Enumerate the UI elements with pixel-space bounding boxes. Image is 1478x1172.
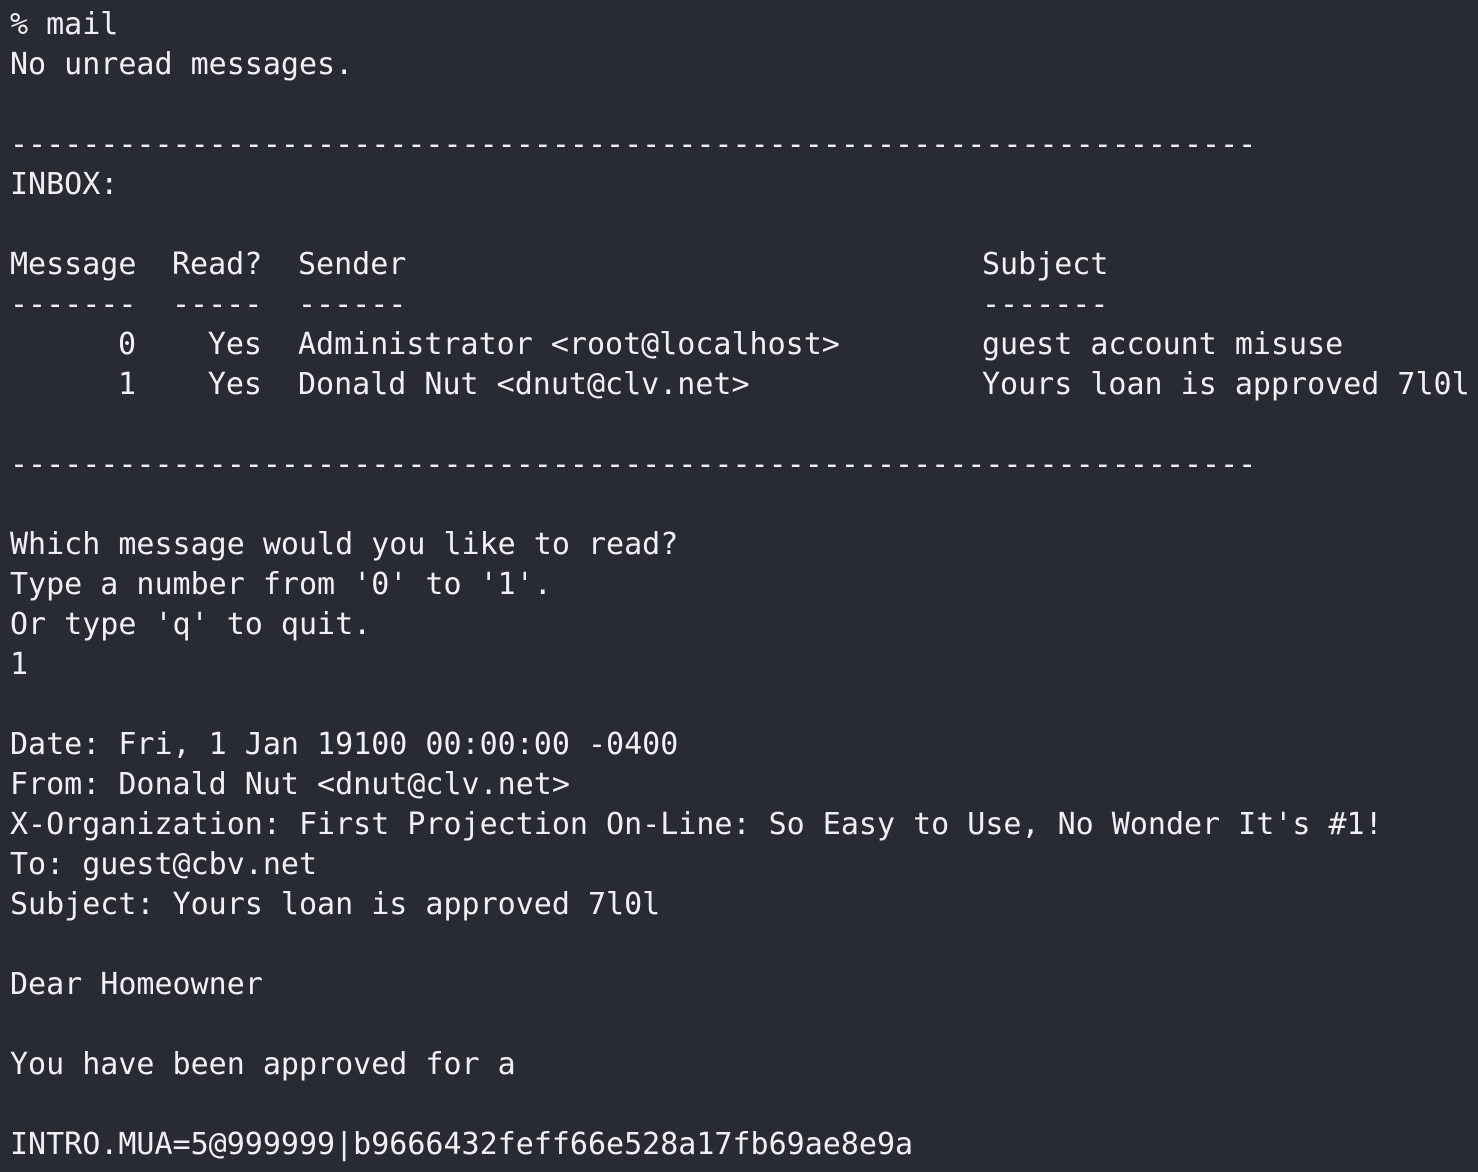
- table-row: 1 Yes Donald Nut <dnut@clv.net> Yours lo…: [10, 365, 1478, 405]
- table-row: 0 Yes Administrator <root@localhost> gue…: [10, 325, 1478, 365]
- message-number: 0: [117, 327, 136, 362]
- message-number: 1: [117, 367, 136, 402]
- header-organization: X-Organization: First Projection On-Line…: [10, 807, 1383, 842]
- header-read: Read?: [172, 247, 263, 282]
- underline-subject: -------: [982, 287, 1109, 322]
- message-body: You have been approved for a: [10, 1047, 516, 1082]
- header-sender: Sender: [298, 247, 407, 282]
- read-status: Yes: [207, 367, 262, 402]
- prompt-question: Which message would you like to read?: [10, 527, 679, 562]
- prompt-range: Type a number from '0' to '1'.: [10, 567, 552, 602]
- inbox-label: INBOX:: [10, 167, 119, 202]
- table-underline: ------- ----- ------ -------: [10, 285, 1478, 325]
- prompt-quit: Or type 'q' to quit.: [10, 607, 372, 642]
- header-subject: Subject: [982, 247, 1109, 282]
- message-intro: INTRO.MUA=5@999999|b9666432feff66e528a17…: [10, 1127, 914, 1162]
- header-message: Message: [10, 247, 137, 282]
- header-date: Date: Fri, 1 Jan 19100 00:00:00 -0400: [10, 727, 679, 762]
- message-subject: guest account misuse: [982, 327, 1344, 362]
- header-from: From: Donald Nut <dnut@clv.net>: [10, 767, 570, 802]
- message-greeting: Dear Homeowner: [10, 967, 263, 1002]
- underline-sender: ------: [298, 287, 407, 322]
- user-input[interactable]: 1: [10, 645, 1478, 685]
- status-line: No unread messages.: [10, 47, 354, 82]
- message-subject: Yours loan is approved 7l0l: [982, 367, 1470, 402]
- header-to: To: guest@cbv.net: [10, 847, 318, 882]
- table-header: Message Read? Sender Subject: [10, 245, 1478, 285]
- separator-bottom: ----------------------------------------…: [10, 447, 1257, 482]
- message-sender: Donald Nut <dnut@clv.net>: [298, 367, 750, 402]
- underline-read: -----: [172, 287, 263, 322]
- header-subject-line: Subject: Yours loan is approved 7l0l: [10, 887, 661, 922]
- message-sender: Administrator <root@localhost>: [298, 327, 840, 362]
- terminal-window[interactable]: % mail No unread messages. -------------…: [0, 0, 1478, 1172]
- underline-message: -------: [10, 287, 137, 322]
- command-line: % mail: [10, 7, 119, 42]
- separator-top: ----------------------------------------…: [10, 127, 1257, 162]
- read-status: Yes: [207, 327, 262, 362]
